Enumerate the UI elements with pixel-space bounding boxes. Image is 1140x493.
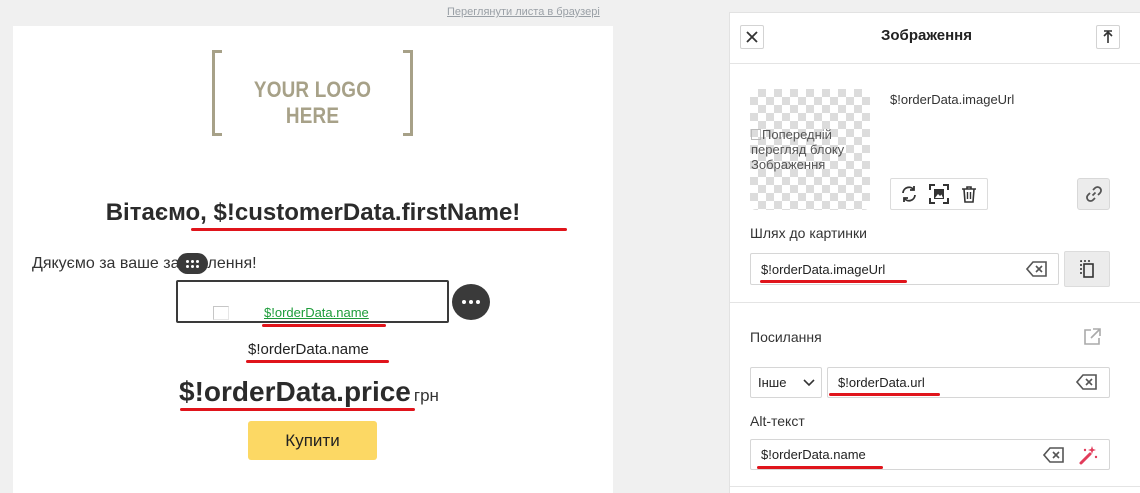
red-underline xyxy=(760,280,907,283)
alt-text-label: Alt-текст xyxy=(750,413,805,429)
price-row[interactable]: $!orderData.price грн xyxy=(179,376,439,408)
link-icon[interactable] xyxy=(1077,178,1110,210)
backspace-clear-icon[interactable] xyxy=(1043,447,1065,463)
image-preview-thumbnail[interactable]: Попередній перегляд блоку Зображення xyxy=(750,89,870,210)
drag-handle-icon[interactable] xyxy=(177,253,208,274)
external-link-icon[interactable] xyxy=(1083,328,1101,346)
red-underline xyxy=(829,393,940,396)
currency-label: грн xyxy=(413,386,439,405)
backspace-clear-icon[interactable] xyxy=(1026,261,1048,277)
red-underline xyxy=(191,228,567,231)
divider xyxy=(730,486,1140,487)
logo-bracket-left xyxy=(212,50,222,136)
logo-bracket-right xyxy=(403,50,413,136)
link-label: Посилання xyxy=(750,329,822,345)
product-name[interactable]: $!orderData.name xyxy=(248,341,369,358)
broken-image-icon xyxy=(213,306,229,320)
link-type-value: Інше xyxy=(758,375,787,390)
link-url-value: $!orderData.url xyxy=(838,375,925,390)
buy-button[interactable]: Купити xyxy=(248,421,377,460)
greeting-prefix: Вітаємо, xyxy=(105,199,214,226)
alt-text-value: $!orderData.name xyxy=(761,447,866,462)
logo-text: YOUR LOGO HERE xyxy=(253,77,372,128)
crop-icon[interactable] xyxy=(928,183,950,205)
red-underline xyxy=(246,360,389,363)
price-value: $!orderData.price xyxy=(179,376,411,407)
collapse-icon[interactable] xyxy=(1096,25,1120,49)
red-underline xyxy=(757,466,883,469)
chevron-down-icon xyxy=(803,378,815,386)
panel-title: Зображення xyxy=(881,27,972,44)
red-underline xyxy=(180,408,415,411)
copy-icon[interactable] xyxy=(1064,251,1110,287)
replace-icon[interactable] xyxy=(898,183,920,205)
image-path-value: $!orderData.imageUrl xyxy=(761,261,886,277)
thumbnail-alt-text: Попередній перегляд блоку Зображення xyxy=(751,127,845,172)
divider xyxy=(730,63,1140,64)
divider xyxy=(730,302,1140,303)
trash-icon[interactable] xyxy=(958,183,980,205)
image-link-text[interactable]: $!orderData.name xyxy=(264,305,369,320)
magic-wand-icon[interactable] xyxy=(1077,444,1099,466)
thanks-text[interactable]: Дякуємо за ваше замовлення! xyxy=(32,255,257,273)
red-underline xyxy=(262,324,386,327)
image-url-caption: $!orderData.imageUrl xyxy=(890,92,1015,107)
view-in-browser-link[interactable]: Переглянути листа в браузері xyxy=(447,6,600,18)
image-path-label: Шлях до картинки xyxy=(750,225,867,241)
backspace-clear-icon[interactable] xyxy=(1076,374,1098,390)
greeting-variable: $!customerData.firstName! xyxy=(213,199,521,226)
image-tools-group xyxy=(890,178,988,210)
more-icon[interactable] xyxy=(452,284,490,320)
greeting-heading[interactable]: Вітаємо, $!customerData.firstName! xyxy=(13,199,613,227)
logo-placeholder[interactable]: YOUR LOGO HERE xyxy=(212,50,413,136)
link-type-select[interactable]: Інше xyxy=(750,367,822,398)
close-icon[interactable] xyxy=(740,25,764,49)
